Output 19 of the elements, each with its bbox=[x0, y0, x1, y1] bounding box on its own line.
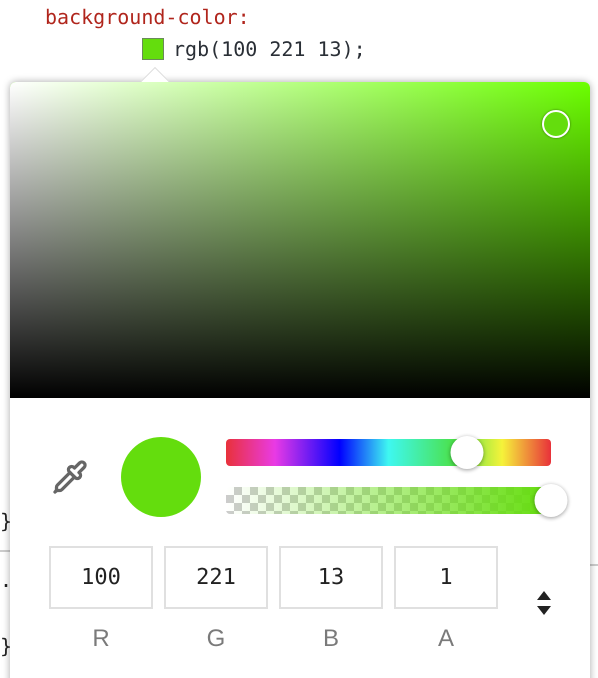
channel-input[interactable]: 1 bbox=[394, 546, 498, 609]
channel-input[interactable]: 221 bbox=[164, 546, 268, 609]
code-brace: } bbox=[0, 508, 12, 535]
slider-thumb[interactable] bbox=[534, 484, 568, 517]
code-text: . bbox=[0, 567, 12, 594]
code-brace: } bbox=[0, 633, 12, 660]
format-toggle-icon[interactable] bbox=[536, 590, 552, 616]
channel-label: G bbox=[206, 627, 226, 651]
color-swatch[interactable] bbox=[142, 38, 164, 60]
channel-input[interactable]: 100 bbox=[49, 546, 153, 609]
channel-label: A bbox=[438, 627, 454, 651]
channel-label: B bbox=[322, 627, 339, 651]
css-property: background-color: bbox=[45, 4, 250, 31]
color-field[interactable] bbox=[10, 82, 590, 398]
color-field-handle[interactable] bbox=[542, 110, 570, 138]
channel-input[interactable]: 13 bbox=[279, 546, 383, 609]
slider-thumb[interactable] bbox=[450, 436, 483, 469]
css-value: rgb(100 221 13); bbox=[173, 36, 366, 63]
channel-label: R bbox=[92, 627, 110, 651]
